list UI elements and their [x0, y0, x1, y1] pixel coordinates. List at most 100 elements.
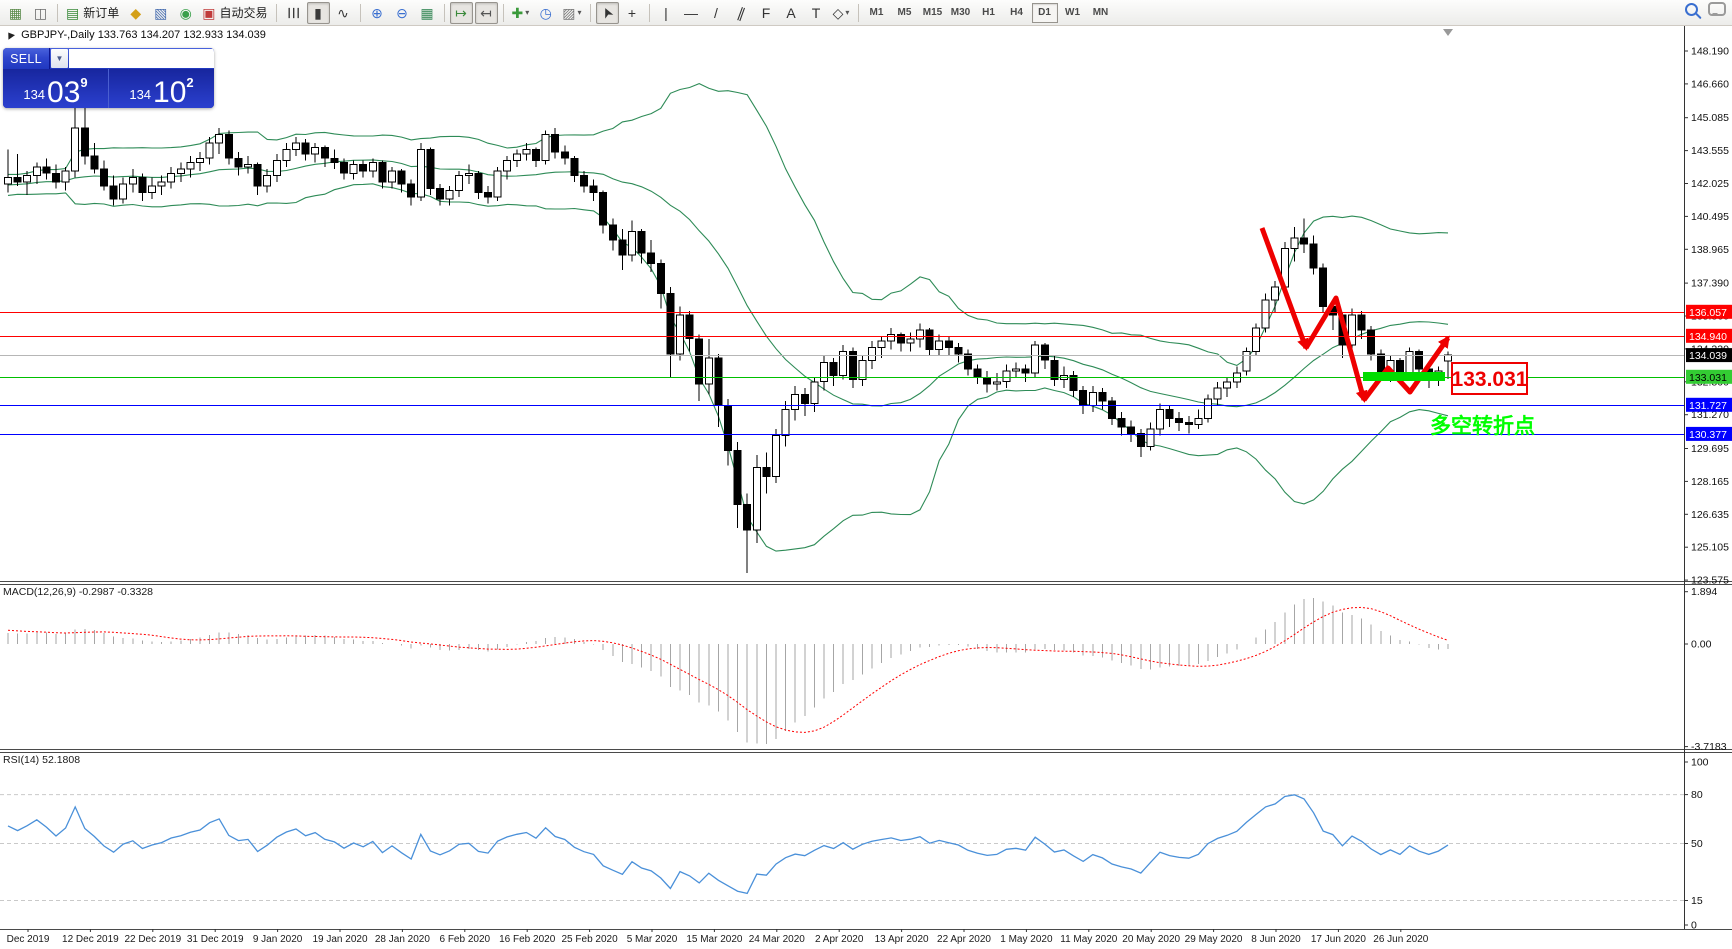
svg-text:2 Apr 2020: 2 Apr 2020 [815, 934, 864, 945]
candles-chart-type-button[interactable]: ▮ [306, 1, 330, 24]
chart-shift-button[interactable]: ↤ [474, 1, 498, 24]
sell-price-pips: 03 [47, 75, 81, 108]
toolbar: ▦ ◫ ▤ 新订单 ◆ ▧ ◉ ▣ 自动交易 ☰ ▮ ∿ ⊕ ⊖ ▦ ↦ ↤ ✚ ▾ ◷ ▨ ▾ ➤ + | — / ∥ F A T ◇ ▾ M1… [0, 0, 1732, 26]
vertical-line-icon: | [664, 4, 668, 21]
signals-button[interactable]: ◉ [174, 2, 197, 24]
periods-button[interactable]: ◷ [534, 2, 557, 24]
svg-text:-3.7183: -3.7183 [1691, 741, 1727, 753]
new-chart-button[interactable]: ▦ [4, 2, 27, 24]
timeframe-m30-button[interactable]: M30 [948, 3, 974, 23]
channel-button[interactable]: ∥ [730, 2, 753, 24]
chart-canvas[interactable]: 148.190 146.660 145.085 143.555 142.025 140.4… [0, 0, 1732, 949]
shapes-icon: ◇ [832, 4, 844, 21]
indicators-button[interactable]: ✚ ▾ [509, 2, 533, 24]
crosshair-button[interactable]: + [621, 2, 644, 24]
timeframe-m1-button[interactable]: M1 [864, 3, 890, 23]
buy-price-figure: 134 [129, 87, 152, 102]
new-chart-icon: ▦ [8, 4, 23, 21]
periods-icon: ◷ [539, 4, 552, 21]
timeframe-d1-button[interactable]: D1 [1031, 2, 1058, 23]
horizontal-line-button[interactable]: — [680, 2, 703, 24]
svg-text:5 Mar 2020: 5 Mar 2020 [627, 934, 678, 945]
bar-chart-type-button[interactable]: ☰ [282, 2, 305, 24]
profiles-icon: ◫ [33, 4, 48, 21]
trendline-button[interactable]: / [705, 2, 728, 24]
time-axis[interactable]: Dec 2019 12 Dec 2019 22 Dec 2019 31 Dec 201… [7, 929, 1429, 945]
chat-icon[interactable] [1708, 2, 1726, 16]
sell-button[interactable]: SELL [3, 48, 49, 69]
timeframe-h1-button[interactable]: H1 [976, 3, 1002, 23]
svg-text:8 Jun 2020: 8 Jun 2020 [1251, 934, 1301, 945]
timeframe-w1-button[interactable]: W1 [1060, 3, 1086, 23]
svg-text:142.025: 142.025 [1691, 178, 1729, 190]
sell-price[interactable]: 134 03 9 [3, 69, 108, 108]
toolbar-separator [502, 3, 504, 22]
buy-price-point: 2 [186, 75, 194, 90]
svg-text:0.00: 0.00 [1691, 639, 1712, 651]
volume-input[interactable] [69, 49, 214, 68]
timeframe-m15-button[interactable]: M15 [920, 3, 946, 23]
profiles-button[interactable]: ◫ [29, 2, 52, 24]
svg-text:16 Feb 2020: 16 Feb 2020 [499, 934, 556, 945]
toolbar-separator [443, 3, 445, 22]
signals-icon: ◉ [179, 4, 192, 21]
svg-text:145.085: 145.085 [1691, 112, 1729, 124]
tile-windows-button[interactable]: ▦ [416, 2, 439, 24]
svg-text:6 Feb 2020: 6 Feb 2020 [439, 934, 490, 945]
vertical-line-button[interactable]: | [655, 2, 678, 24]
search-icon[interactable] [1685, 2, 1698, 16]
svg-text:125.105: 125.105 [1691, 542, 1729, 554]
svg-text:100: 100 [1691, 757, 1709, 769]
timeframe-mn-button[interactable]: MN [1088, 3, 1114, 23]
line-chart-type-button[interactable]: ∿ [332, 2, 355, 24]
fibonacci-button[interactable]: F [755, 2, 778, 24]
candles-chart-type-icon: ▮ [314, 4, 322, 21]
svg-text:28 Jan 2020: 28 Jan 2020 [375, 934, 430, 945]
note-text-annotation[interactable]: 多空转折点 [1430, 414, 1535, 438]
toolbar-separator [275, 3, 277, 22]
svg-text:12 Dec 2019: 12 Dec 2019 [62, 934, 119, 945]
cursor-button[interactable]: ➤ [595, 1, 619, 24]
svg-text:143.555: 143.555 [1691, 145, 1729, 157]
svg-text:15 Mar 2020: 15 Mar 2020 [686, 934, 743, 945]
new-order-button-label: 新订单 [83, 5, 120, 20]
svg-text:0: 0 [1691, 920, 1697, 932]
bollinger-bands [7, 82, 1449, 552]
timeframe-m5-button[interactable]: M5 [892, 3, 918, 23]
zoom-out-button[interactable]: ⊖ [391, 2, 414, 24]
new-order-button[interactable]: ▤ 新订单 [63, 2, 122, 24]
svg-text:19 Jan 2020: 19 Jan 2020 [312, 934, 367, 945]
chart-shift-marker-icon[interactable] [1443, 29, 1453, 36]
auto-scroll-button[interactable]: ↦ [449, 1, 473, 24]
toolbar-separator [589, 3, 591, 22]
templates-button[interactable]: ▨ ▾ [559, 2, 584, 24]
text-button[interactable]: A [780, 2, 803, 24]
price-tag-annotation[interactable]: 133.031 [1451, 362, 1528, 395]
svg-text:22 Dec 2019: 22 Dec 2019 [124, 934, 181, 945]
auto-scroll-icon: ↦ [455, 4, 467, 21]
svg-text:128.165: 128.165 [1691, 476, 1729, 488]
label-icon: T [811, 4, 821, 21]
autotrading-button[interactable]: ▣ 自动交易 [199, 2, 270, 24]
chevron-down-icon: ▾ [845, 7, 850, 17]
channel-icon: ∥ [734, 3, 748, 22]
price-axis[interactable]: 148.190 146.660 145.085 143.555 142.025 140.4… [1684, 46, 1729, 932]
timeframe-h4-button[interactable]: H4 [1004, 3, 1030, 23]
community-button[interactable]: ▧ [149, 2, 172, 24]
label-button[interactable]: T [805, 2, 828, 24]
chevron-down-icon: ▾ [577, 7, 582, 17]
buy-price-pips: 10 [153, 75, 187, 108]
volume-decrease-button[interactable]: ▼ [51, 49, 68, 68]
chart-title: GBPJPY-,Daily 133.763 134.207 132.933 13… [5, 29, 266, 41]
cursor-icon: ➤ [597, 3, 617, 22]
svg-text:136.057: 136.057 [1689, 307, 1727, 319]
svg-text:133.031: 133.031 [1452, 368, 1528, 391]
cleanup-icon-button[interactable]: ◆ [124, 2, 147, 24]
svg-text:50: 50 [1691, 838, 1703, 850]
buy-price[interactable]: 134 10 2 [108, 69, 214, 108]
support-bar-annotation[interactable] [1363, 372, 1445, 381]
text-icon: A [786, 4, 796, 21]
zoom-in-button[interactable]: ⊕ [366, 2, 389, 24]
shapes-button[interactable]: ◇ ▾ [830, 2, 853, 24]
svg-text:133.031: 133.031 [1689, 372, 1727, 384]
